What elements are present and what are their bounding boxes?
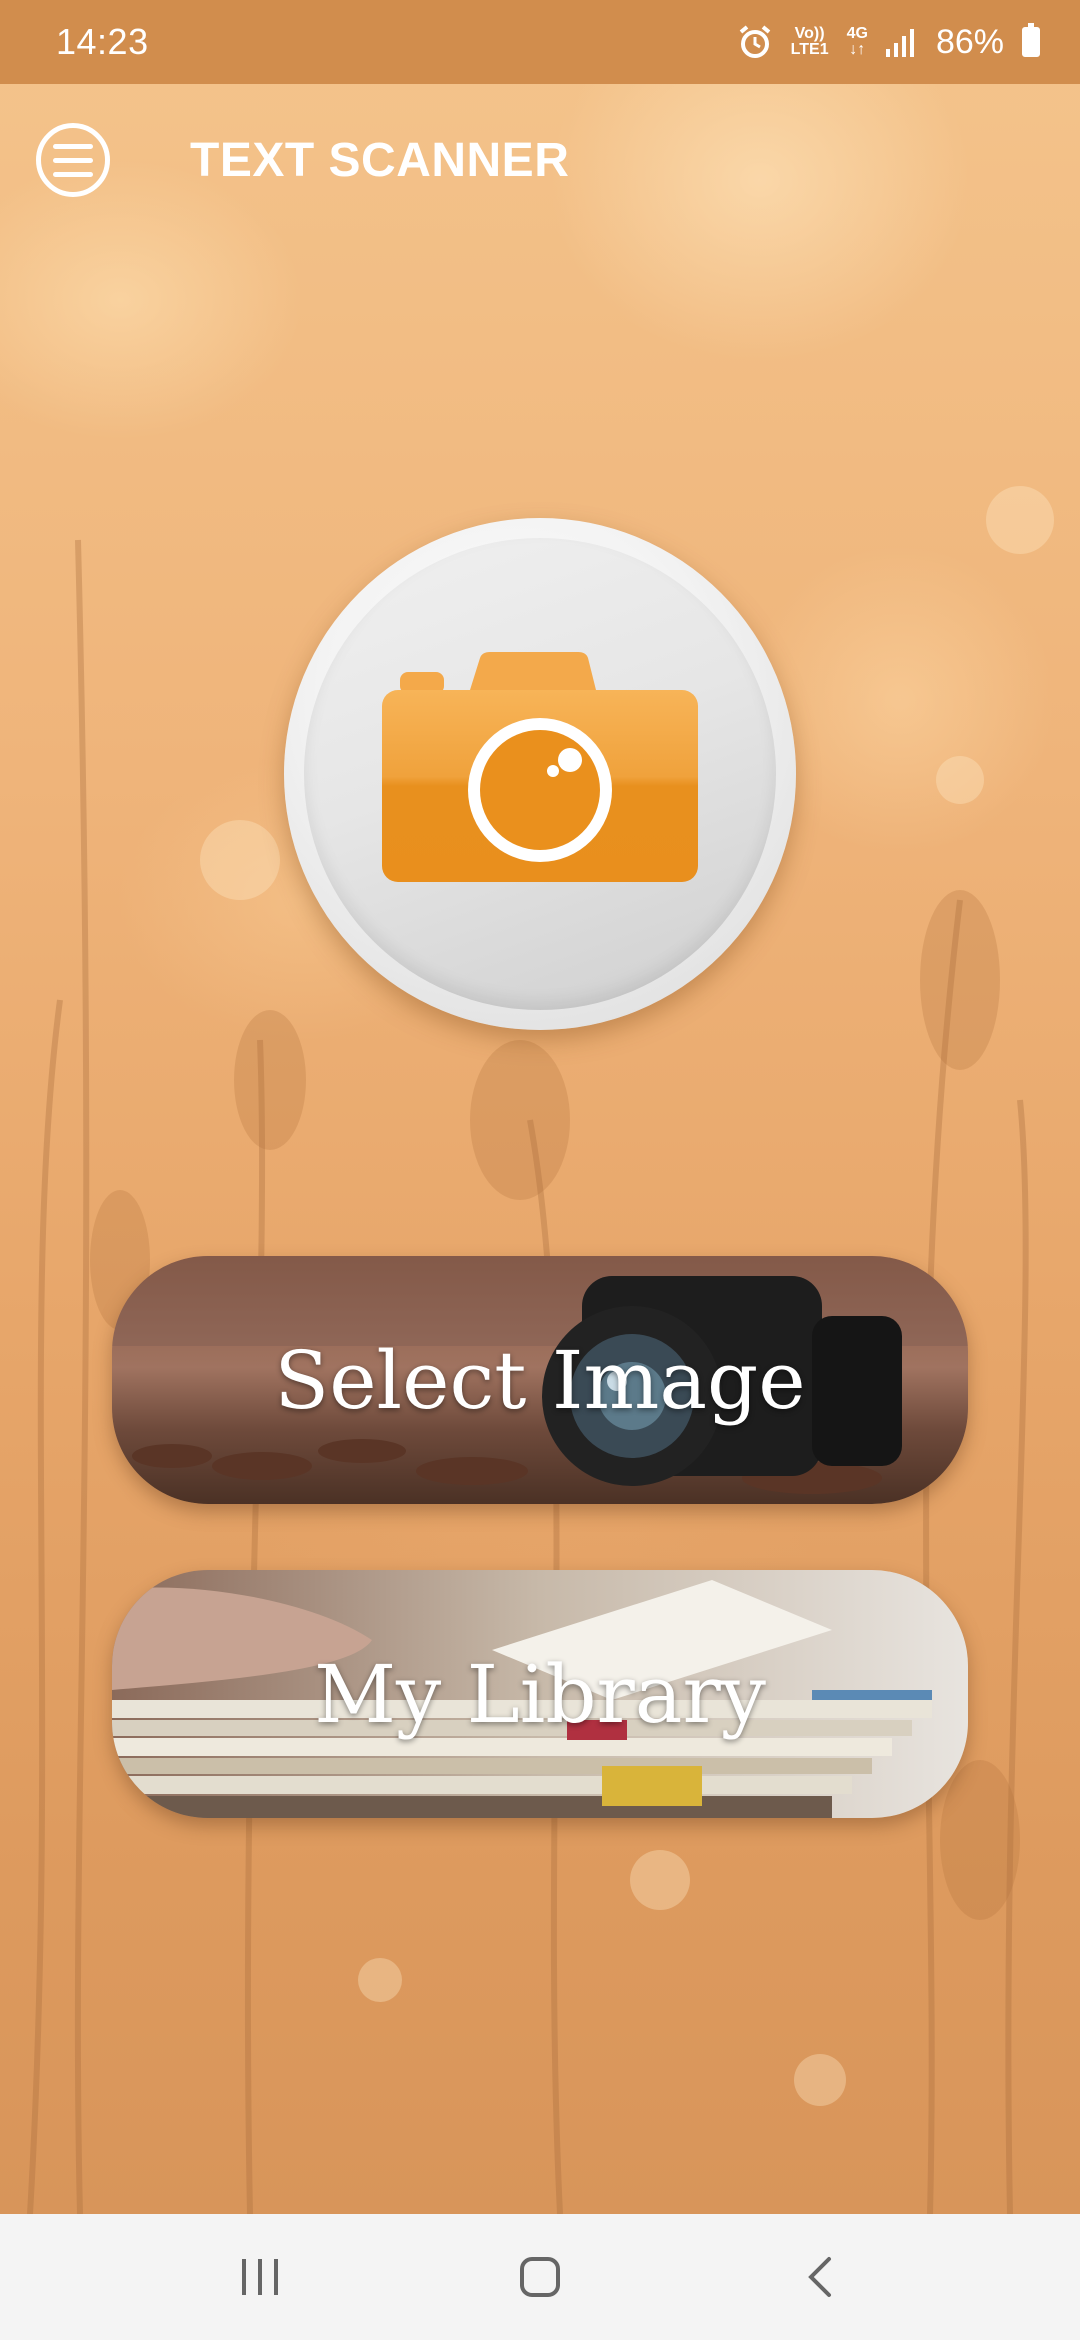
recents-icon (242, 2259, 278, 2295)
hamburger-menu-icon[interactable] (36, 123, 110, 197)
my-library-label: My Library (314, 1647, 766, 1741)
status-icons: Vo)) LTE1 4G ↓↑ 86% (737, 23, 1040, 62)
home-icon (520, 2257, 560, 2297)
status-time: 14:23 (56, 21, 149, 62)
back-icon (808, 2257, 831, 2297)
recents-button[interactable] (215, 2232, 305, 2322)
network-type-label: 4G (846, 25, 868, 42)
battery-percent: 86% (935, 22, 1004, 61)
lte-label: LTE1 (790, 41, 829, 58)
screen: 14:23 Vo)) LTE1 4G ↓↑ 86% TEXT SCANNER S… (0, 0, 1080, 2340)
my-library-button[interactable]: My Library (112, 1570, 968, 1818)
network-type-indicator: 4G ↓↑ (847, 26, 868, 58)
app-bar: TEXT SCANNER (0, 84, 1080, 236)
alarm-icon (739, 25, 770, 58)
select-image-label: Select Image (274, 1333, 806, 1427)
volte-indicator: Vo)) LTE1 (791, 26, 829, 58)
app-title: TEXT SCANNER (190, 133, 570, 187)
system-navigation-bar (0, 2214, 1080, 2340)
select-image-button[interactable]: Select Image (112, 1256, 968, 1504)
data-arrows-icon: ↓↑ (849, 41, 866, 58)
volte-label: Vo)) (794, 25, 825, 42)
back-button[interactable] (775, 2232, 865, 2322)
status-bar: 14:23 Vo)) LTE1 4G ↓↑ 86% (0, 0, 1080, 84)
camera-capture-button[interactable] (284, 518, 796, 1030)
background-image (0, 0, 1080, 2214)
signal-icon (885, 29, 914, 57)
home-button[interactable] (495, 2232, 585, 2322)
camera-icon (382, 652, 698, 882)
battery-icon (1022, 23, 1040, 57)
